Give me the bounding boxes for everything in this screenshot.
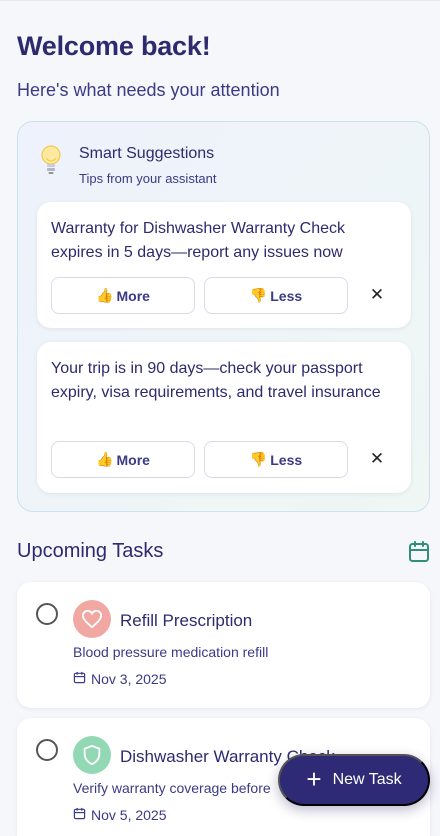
more-label: More [116, 451, 150, 468]
new-task-button[interactable]: + New Task [278, 754, 430, 806]
plus-icon: + [306, 763, 322, 794]
suggestion-text: Your trip is in 90 days—check your passp… [51, 360, 381, 401]
task-checkbox[interactable] [36, 603, 58, 625]
page-title: Welcome back! [17, 31, 211, 61]
task-title: Refill Prescription [120, 611, 253, 630]
smart-suggestions-panel: Smart Suggestions Tips from your assista… [17, 121, 430, 512]
thumbs-down-icon: 👎 [249, 287, 268, 303]
shield-icon [73, 736, 111, 774]
page-subtitle: Here's what needs your attention [17, 80, 280, 100]
thumbs-up-icon: 👍 [96, 287, 114, 303]
page-header: Welcome back! Here's what needs your att… [17, 30, 423, 101]
thumbs-down-icon: 👎 [249, 451, 268, 467]
upcoming-tasks-title: Upcoming Tasks [17, 540, 164, 562]
smart-suggestions-title: Smart Suggestions [79, 145, 215, 162]
suggestion-card: Warranty for Dishwasher Warranty Check e… [37, 202, 411, 328]
thumbs-up-icon: 👍 [96, 451, 114, 467]
calendar-icon[interactable] [407, 540, 431, 564]
task-card[interactable]: Refill Prescription Blood pressure medic… [17, 582, 430, 708]
task-description: Blood pressure medication refill [73, 644, 269, 660]
close-icon[interactable]: ✕ [367, 285, 387, 305]
calendar-small-icon [73, 671, 86, 687]
less-button[interactable]: 👎 Less [204, 277, 348, 314]
lightbulb-icon [40, 144, 62, 178]
top-divider [0, 0, 440, 1]
task-description: Verify warranty coverage before [73, 780, 271, 796]
calendar-small-icon [73, 807, 86, 823]
task-due-date: Nov 3, 2025 [73, 671, 167, 687]
suggestion-text: Warranty for Dishwasher Warranty Check e… [51, 220, 345, 261]
task-checkbox[interactable] [36, 739, 58, 761]
task-date-text: Nov 5, 2025 [91, 807, 167, 823]
task-date-text: Nov 3, 2025 [91, 671, 167, 687]
more-label: More [116, 287, 150, 304]
task-due-date: Nov 5, 2025 [73, 807, 167, 823]
less-label: Less [270, 451, 303, 468]
close-icon[interactable]: ✕ [367, 449, 387, 469]
suggestion-card: Your trip is in 90 days—check your passp… [37, 342, 411, 493]
smart-suggestions-subtitle: Tips from your assistant [79, 171, 217, 186]
heart-icon [73, 600, 111, 638]
less-button[interactable]: 👎 Less [204, 441, 348, 478]
new-task-label: New Task [332, 771, 402, 788]
more-button[interactable]: 👍 More [51, 441, 195, 478]
more-button[interactable]: 👍 More [51, 277, 195, 314]
less-label: Less [270, 287, 303, 304]
